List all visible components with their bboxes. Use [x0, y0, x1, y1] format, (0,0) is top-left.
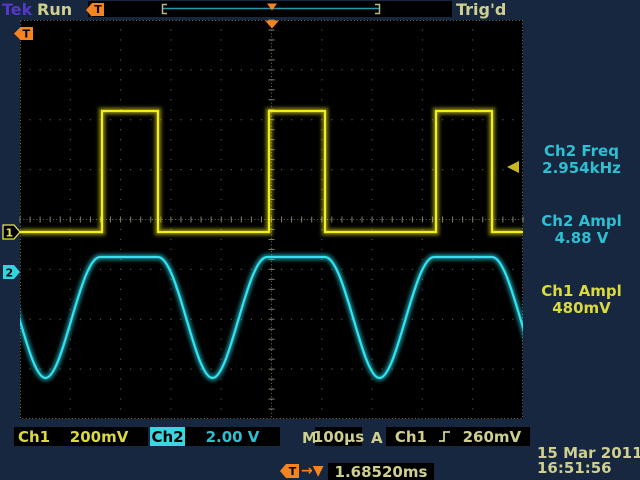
measurement-value: 2.954kHz: [525, 160, 638, 177]
svg-text:1: 1: [6, 227, 14, 240]
rising-edge-icon: [438, 430, 452, 443]
measurement-label: Ch2 Freq: [525, 143, 638, 160]
timebase-value: 100µs: [313, 428, 364, 446]
measurement-value: 4.88 V: [525, 230, 638, 247]
trigger-t-icon-footer: T: [286, 464, 299, 478]
trigger-settings-readout: Ch1 260mV: [386, 427, 530, 446]
ch1-label: Ch1: [18, 428, 50, 446]
trigger-offset-arrow-icons: →▼: [301, 463, 324, 479]
left-arrow-icon: [280, 464, 286, 478]
down-triangle-icon: ▼: [313, 463, 324, 479]
measurement-label: Ch1 Ampl: [525, 283, 638, 300]
measurement-ch2-freq: Ch2 Freq 2.954kHz: [525, 143, 638, 177]
measurement-label: Ch2 Ampl: [525, 213, 638, 230]
timebase-readout: 100µs: [315, 427, 362, 446]
trigger-t-icon-graticule: T: [14, 27, 33, 41]
ch1-scale-value: 200mV: [50, 428, 148, 446]
ch2-scale-readout: 2.00 V: [185, 427, 280, 446]
measurement-value: 480mV: [525, 300, 638, 317]
svg-text:T: T: [23, 28, 31, 41]
datetime-display: 15 Mar 2011 16:51:56: [537, 446, 640, 476]
measurement-ch1-ampl: Ch1 Ampl 480mV: [525, 283, 638, 317]
svg-text:2: 2: [6, 267, 14, 280]
trigger-time-value: 1.68520ms: [335, 463, 428, 480]
trigger-mode-label: A: [371, 429, 383, 447]
ch2-selected-chip: Ch2: [150, 427, 185, 446]
measurement-ch2-ampl: Ch2 Ampl 4.88 V: [525, 213, 638, 247]
trigger-level: 260mV: [463, 428, 522, 446]
right-arrow-icon: →: [301, 463, 313, 479]
t-marker-label: T: [289, 466, 297, 477]
ch2-label: Ch2: [151, 428, 183, 446]
ch2-scale-value: 2.00 V: [206, 428, 260, 446]
trigger-source: Ch1: [395, 428, 427, 446]
ch1-scale-readout: Ch1 200mV: [14, 427, 148, 446]
ch1-ground-marker: 1: [3, 225, 20, 240]
ch2-ground-marker: 2: [3, 265, 20, 280]
time-value: 16:51:56: [537, 461, 640, 476]
trigger-time-readout: 1.68520ms: [328, 463, 434, 480]
oscilloscope-screen: Tek Run T Trig'd 12T Ch2 Freq 2.954kHz C…: [0, 0, 640, 480]
